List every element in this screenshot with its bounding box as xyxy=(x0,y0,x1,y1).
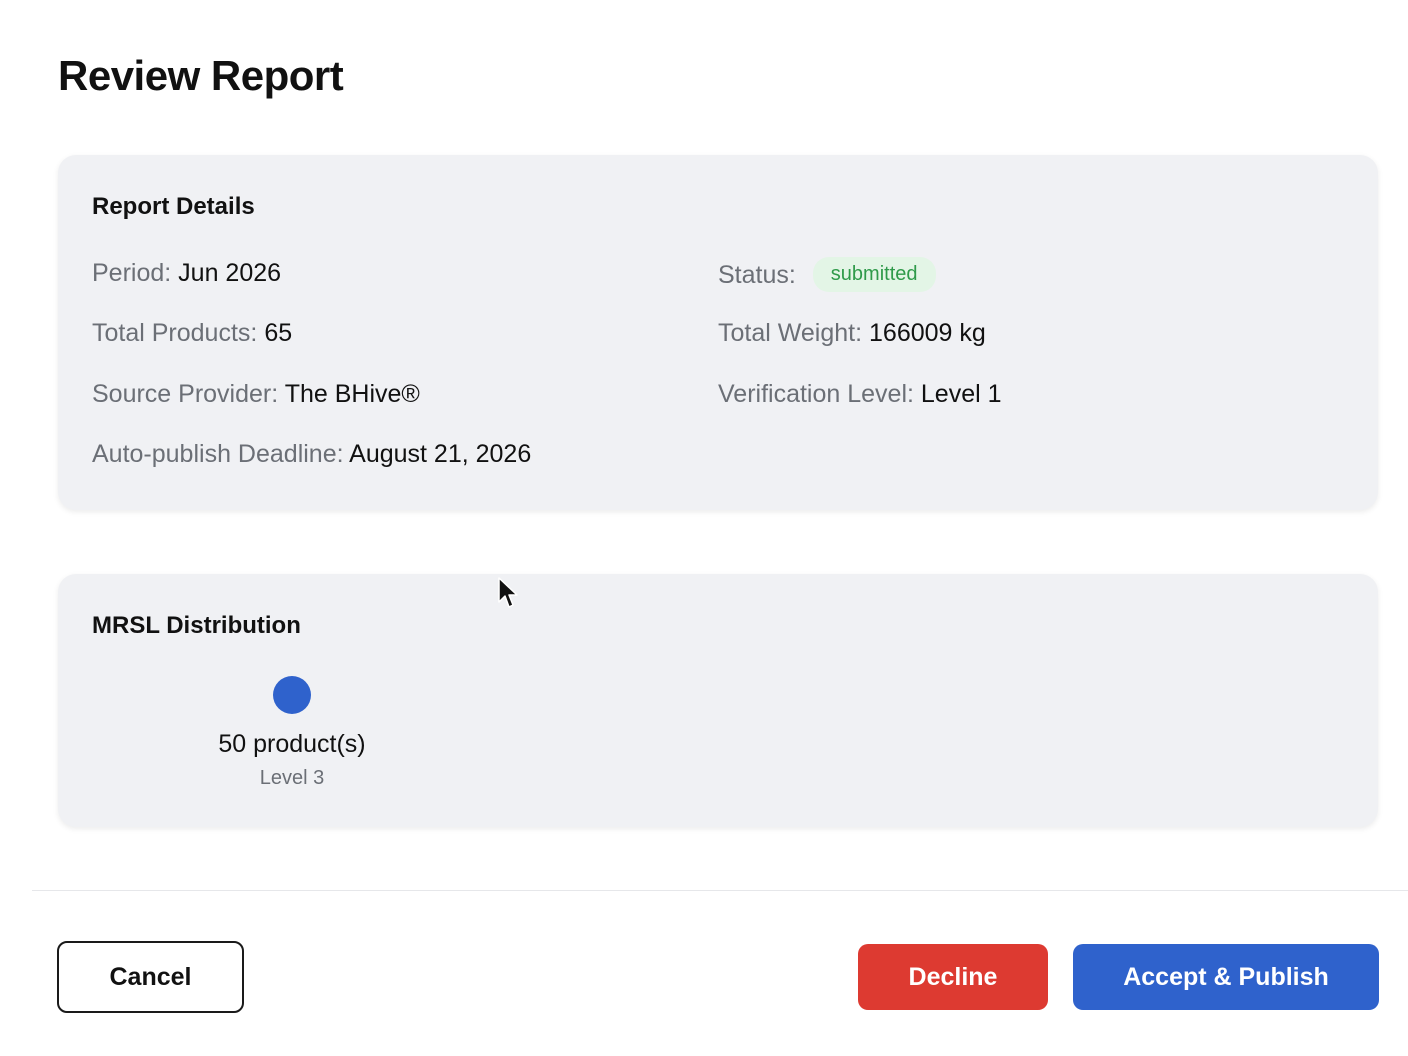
review-report-page: Review Report Report Details Period: Jun… xyxy=(0,0,1408,1056)
auto-publish-deadline-label: Auto-publish Deadline: xyxy=(92,440,344,468)
mouse-cursor-icon xyxy=(498,577,518,608)
mrsl-product-count: 50 product(s) xyxy=(218,730,366,758)
total-products-value: 65 xyxy=(264,319,293,347)
mrsl-level-item: 50 product(s) Level 3 xyxy=(208,676,376,790)
mrsl-level-dot xyxy=(273,676,311,714)
page-title: Review Report xyxy=(58,52,344,99)
source-provider-field: Source Provider: The BHive® xyxy=(92,380,420,409)
status-field: Status: submitted xyxy=(718,257,936,294)
report-details-card: Report Details Period: Jun 2026 Status: … xyxy=(58,155,1378,510)
total-weight-field: Total Weight: 166009 kg xyxy=(718,319,986,348)
source-provider-label: Source Provider: xyxy=(92,380,279,408)
decline-button[interactable]: Decline xyxy=(858,944,1048,1010)
accept-publish-button[interactable]: Accept & Publish xyxy=(1073,944,1379,1010)
total-products-field: Total Products: 65 xyxy=(92,319,292,348)
status-badge: submitted xyxy=(812,257,936,292)
total-weight-label: Total Weight: xyxy=(718,319,863,347)
auto-publish-deadline-value: August 21, 2026 xyxy=(349,440,532,468)
period-value: Jun 2026 xyxy=(178,259,282,287)
mrsl-distribution-title: MRSL Distribution xyxy=(92,612,301,639)
total-weight-value: 166009 kg xyxy=(869,319,986,347)
mrsl-distribution-card: MRSL Distribution 50 product(s) Level 3 xyxy=(58,574,1378,827)
cancel-button[interactable]: Cancel xyxy=(57,941,244,1013)
verification-level-label: Verification Level: xyxy=(718,380,914,408)
verification-level-field: Verification Level: Level 1 xyxy=(718,380,1002,409)
status-label: Status: xyxy=(718,261,796,290)
total-products-label: Total Products: xyxy=(92,319,258,347)
auto-publish-deadline-field: Auto-publish Deadline: August 21, 2026 xyxy=(92,440,531,469)
mrsl-level-label: Level 3 xyxy=(259,767,325,789)
source-provider-value: The BHive® xyxy=(284,380,420,408)
footer-divider xyxy=(32,890,1408,891)
period-label: Period: xyxy=(92,259,172,287)
verification-level-value: Level 1 xyxy=(920,380,1002,408)
period-field: Period: Jun 2026 xyxy=(92,259,281,288)
report-details-title: Report Details xyxy=(92,193,255,220)
